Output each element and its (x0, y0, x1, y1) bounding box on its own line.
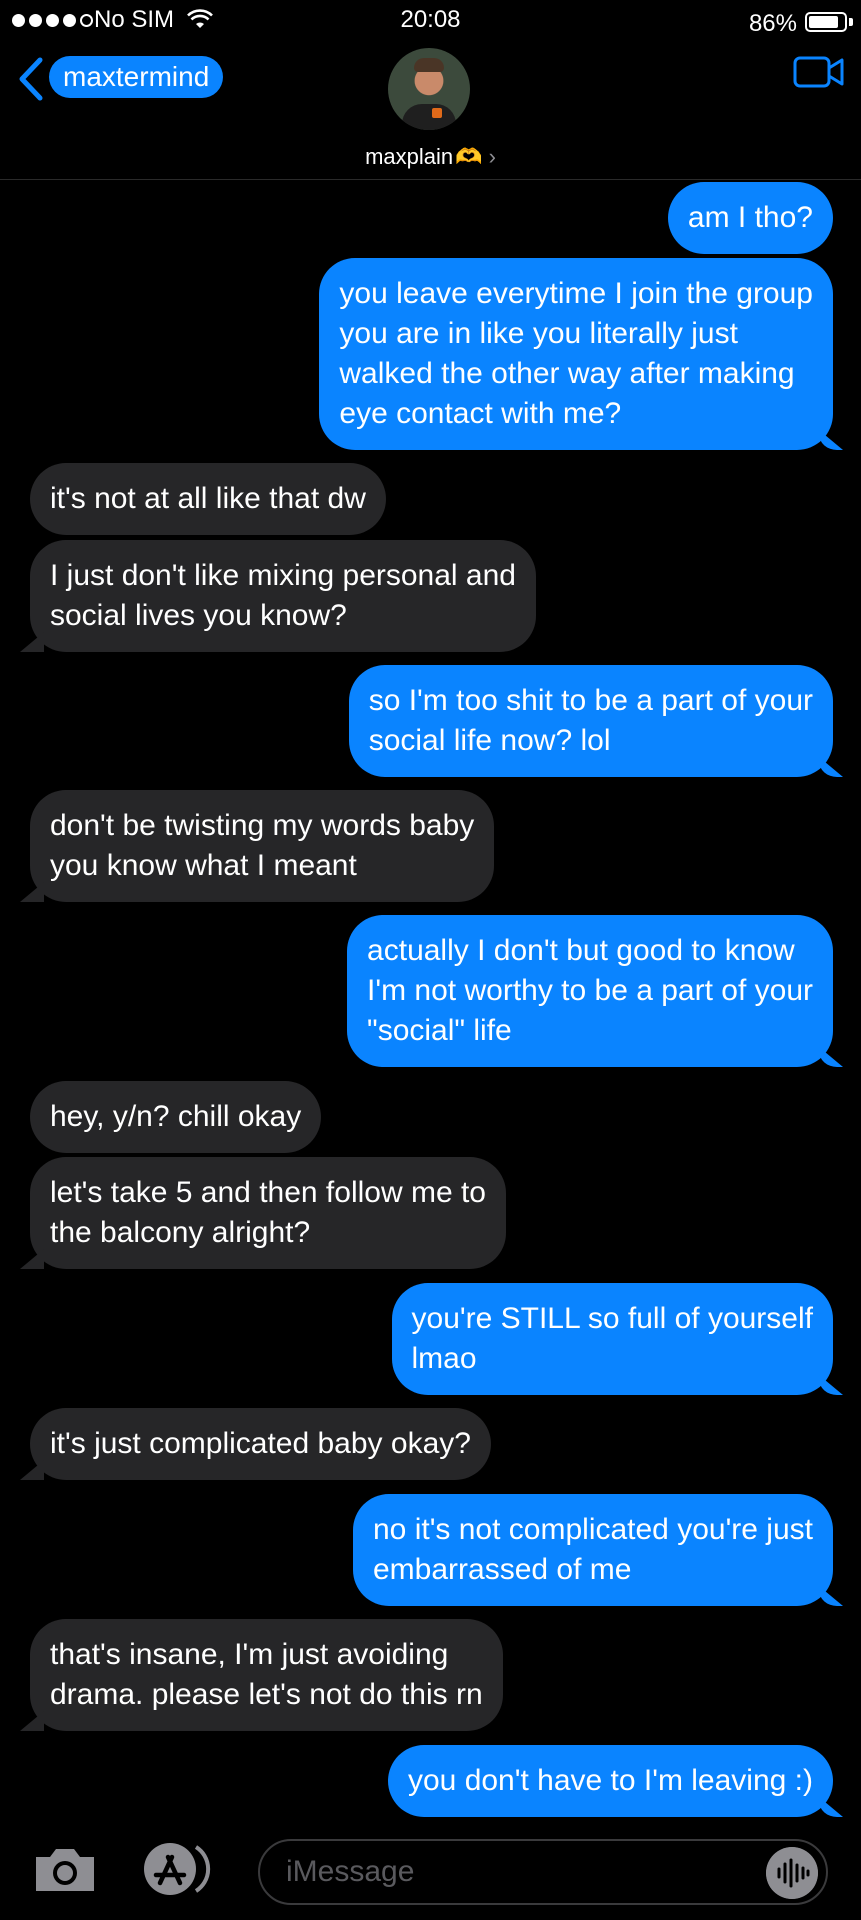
heart-hands-emoji: 🫶 (455, 144, 483, 169)
message-bubble-sent[interactable]: no it's not complicated you're just emba… (352, 1494, 833, 1606)
contact-name: maxplain (365, 144, 454, 169)
video-camera-icon[interactable] (793, 54, 845, 90)
message-bubble-sent[interactable]: you leave everytime I join the group you… (319, 258, 833, 450)
message-bubble-sent[interactable]: you're STILL so full of yourself lmao (391, 1283, 833, 1395)
app-store-icon[interactable] (140, 1841, 216, 1897)
battery-icon (805, 12, 847, 32)
chevron-left-icon[interactable] (14, 54, 48, 104)
back-button[interactable]: maxtermind (49, 56, 224, 98)
audio-waveform-icon[interactable] (766, 1847, 818, 1899)
avatar[interactable] (388, 48, 470, 130)
message-bubble-sent[interactable]: you don't have to I'm leaving :) (387, 1745, 833, 1817)
message-bubble-received[interactable]: hey, y/n? chill okay (30, 1081, 322, 1153)
camera-icon[interactable] (32, 1845, 98, 1895)
message-bubble-received[interactable]: I just don't like mixing personal and so… (30, 540, 536, 652)
battery-percentage: 86% (748, 10, 797, 37)
conversation-header: maxtermind maxplain🫶 › (0, 44, 861, 180)
contact-name-button[interactable]: maxplain🫶 › (0, 144, 861, 170)
battery-nub (849, 18, 853, 26)
chevron-right-icon: › (488, 144, 496, 169)
imessage-placeholder: iMessage (286, 1855, 415, 1888)
imessage-input[interactable]: iMessage (258, 1839, 828, 1905)
message-bubble-received[interactable]: it's just complicated baby okay? (30, 1408, 491, 1480)
message-bubble-sent[interactable]: am I tho? (667, 182, 833, 254)
status-bar: No SIM 20:08 86% (0, 0, 861, 44)
message-bubble-sent[interactable]: actually I don't but good to know I'm no… (347, 915, 833, 1067)
message-bubble-received[interactable]: that's insane, I'm just avoiding drama. … (30, 1619, 503, 1731)
message-input-bar: iMessage (0, 1835, 861, 1920)
message-bubble-received[interactable]: let's take 5 and then follow me to the b… (30, 1157, 506, 1269)
message-bubble-sent[interactable]: so I'm too shit to be a part of your soc… (348, 665, 833, 777)
status-time: 20:08 (400, 6, 461, 33)
message-bubble-received[interactable]: don't be twisting my words baby you know… (30, 790, 495, 902)
message-bubble-received[interactable]: it's not at all like that dw (30, 463, 386, 535)
